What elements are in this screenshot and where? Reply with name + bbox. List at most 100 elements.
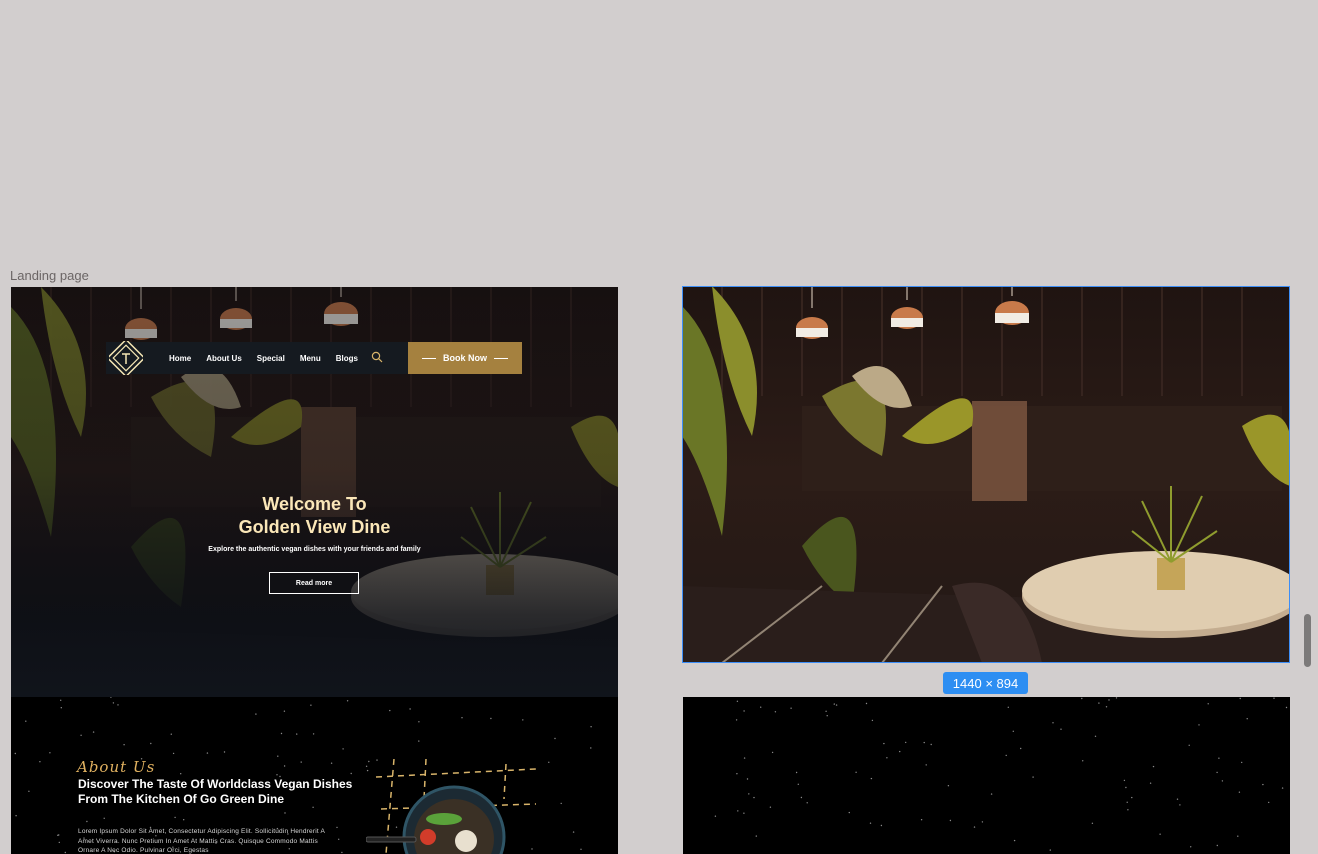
star-dot — [572, 831, 575, 833]
star-dot — [923, 741, 925, 744]
dish-illustration — [366, 759, 537, 854]
star-dot — [276, 774, 278, 776]
star-dot — [86, 820, 88, 823]
star-dot — [342, 748, 344, 750]
star-dot — [833, 703, 835, 705]
star-dot — [92, 731, 95, 733]
star-dot — [522, 719, 524, 721]
star-dot — [1176, 798, 1179, 800]
restaurant-photo-large — [682, 286, 1290, 663]
star-dot — [755, 835, 757, 837]
star-dot — [790, 707, 792, 709]
star-dot — [1198, 724, 1200, 726]
star-dot — [223, 751, 226, 753]
star-dot — [825, 710, 827, 712]
star-dot — [1091, 822, 1094, 824]
nav-link-blogs[interactable]: Blogs — [336, 354, 358, 363]
star-dot — [1262, 783, 1264, 786]
star-dot — [1013, 839, 1016, 842]
star-dot — [110, 697, 112, 698]
star-dot — [418, 740, 420, 742]
star-dot — [743, 812, 745, 814]
star-dot — [300, 761, 302, 763]
landing-page-frame[interactable]: Home About Us Special Menu Blogs Book No… — [11, 287, 618, 854]
star-dot — [1007, 706, 1009, 708]
star-dot — [560, 802, 562, 805]
star-dot — [990, 793, 993, 795]
star-dot — [80, 734, 82, 736]
nav-link-home[interactable]: Home — [169, 354, 191, 363]
nav-link-about-us[interactable]: About Us — [206, 354, 242, 363]
read-more-button[interactable]: Read more — [269, 572, 359, 594]
star-dot — [280, 732, 283, 735]
star-dot — [409, 708, 411, 710]
star-dot — [1020, 747, 1022, 750]
star-dot — [1159, 833, 1161, 835]
size-badge: 1440 × 894 — [943, 672, 1028, 694]
star-dot — [350, 772, 352, 775]
star-dot — [795, 771, 798, 774]
about-script-title: About Us — [77, 758, 156, 776]
hero-title-line2: Golden View Dine — [238, 517, 391, 537]
star-dot — [1152, 765, 1155, 768]
star-dot — [1012, 730, 1014, 732]
star-dot — [880, 824, 883, 827]
star-dot — [64, 851, 66, 854]
nav-link-menu[interactable]: Menu — [300, 354, 321, 363]
decor-line-right — [494, 357, 508, 359]
star-dot — [1285, 706, 1288, 709]
star-dot — [1127, 809, 1129, 811]
star-dot — [947, 785, 950, 787]
star-dot — [1281, 787, 1284, 789]
star-dot — [123, 744, 125, 746]
star-dot — [60, 707, 62, 709]
star-dot — [1149, 782, 1152, 784]
selected-image-frame[interactable] — [682, 286, 1290, 663]
star-dot — [1179, 804, 1181, 806]
star-dot — [336, 826, 338, 829]
star-dot — [490, 717, 492, 720]
star-dot — [1238, 791, 1241, 793]
star-dot — [548, 761, 550, 763]
star-dot — [1108, 699, 1110, 701]
starfield-background-right — [714, 697, 1288, 851]
star-dot — [760, 706, 762, 708]
star-dot — [206, 752, 209, 754]
star-dot — [905, 741, 907, 744]
book-now-button[interactable]: Book Now — [408, 342, 522, 374]
star-dot — [1207, 703, 1209, 705]
star-dot — [1241, 761, 1243, 764]
logo-icon[interactable] — [109, 341, 143, 375]
star-dot — [736, 773, 738, 775]
star-dot — [743, 710, 745, 712]
decor-line-left — [422, 357, 436, 359]
nav-link-special[interactable]: Special — [257, 354, 285, 363]
star-dot — [25, 720, 27, 722]
star-dot — [1218, 757, 1220, 759]
star-dot — [1081, 697, 1083, 700]
star-dot — [284, 812, 286, 814]
star-dot — [869, 822, 872, 824]
about-body-text: Lorem Ipsum Dolor Sit Amet, Consectetur … — [78, 828, 325, 854]
star-dot — [714, 815, 717, 817]
star-dot — [925, 764, 927, 766]
star-dot — [312, 733, 315, 735]
star-dot — [310, 704, 312, 706]
star-dot — [554, 737, 556, 740]
star-dot — [746, 778, 749, 780]
star-dot — [1098, 702, 1100, 704]
search-icon[interactable] — [371, 351, 383, 363]
star-dot — [797, 783, 799, 785]
star-dot — [737, 810, 739, 812]
star-dot — [870, 777, 873, 780]
star-dot — [1126, 801, 1128, 803]
star-dot — [743, 757, 746, 759]
frame-label[interactable]: Landing page — [10, 268, 89, 283]
star-dot — [1032, 776, 1034, 778]
star-dot — [283, 710, 286, 712]
vertical-scrollbar[interactable] — [1304, 614, 1311, 667]
star-dot — [283, 765, 286, 767]
star-dot — [865, 702, 868, 705]
right-frame-section-2[interactable] — [683, 697, 1290, 854]
star-dot — [1049, 849, 1051, 851]
